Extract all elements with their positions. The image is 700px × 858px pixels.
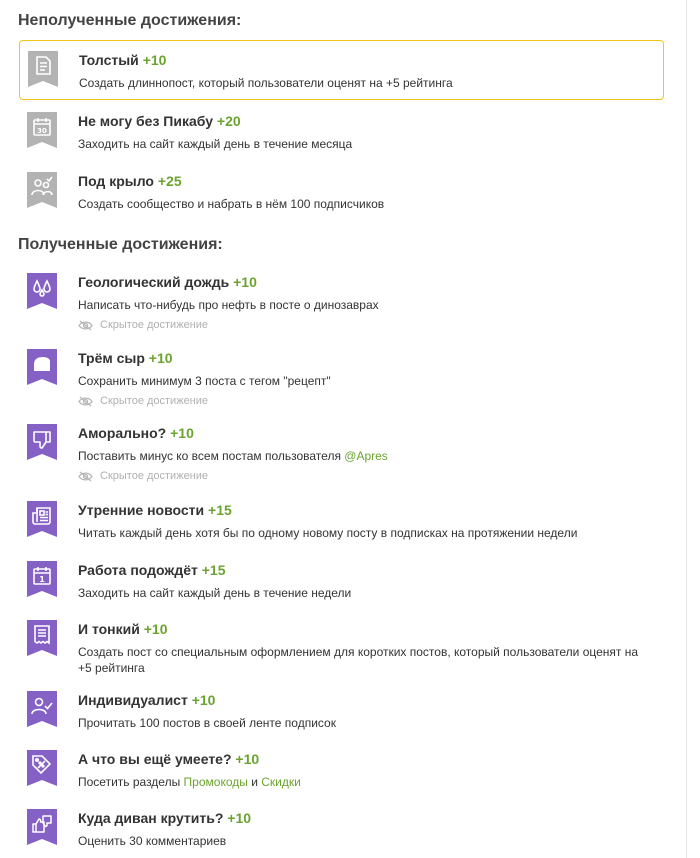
achievement-points: +15: [201, 562, 226, 578]
achievement-item-earned-7[interactable]: Индивидуалист +10 Прочитать 100 постов в…: [19, 681, 664, 741]
hidden-achievement-note: Скрытое достижение: [78, 318, 652, 332]
achievement-description: Поставить минус ко всем постам пользоват…: [78, 449, 388, 463]
achievement-item-earned-3[interactable]: Аморально? +10 Поставить минус ко всем п…: [19, 414, 664, 490]
achievement-points: +15: [208, 502, 232, 518]
achievement-description: Создать длиннопост, который пользователи…: [79, 76, 453, 90]
achievement-title: А что вы ещё умеете? +10: [78, 751, 260, 767]
user-check-icon: [26, 690, 58, 730]
achievement-description: Создать сообщество и набрать в нём 100 п…: [78, 197, 385, 211]
achievement-points: +10: [148, 350, 173, 366]
achievement-points: +10: [235, 751, 260, 767]
achievement-description: Создать пост со специальным оформлением …: [78, 645, 639, 675]
discounts-link[interactable]: Скидки: [261, 775, 301, 789]
achievement-title: Под крыло +25: [78, 173, 182, 189]
achievement-title: Не могу без Пикабу +20: [78, 113, 241, 129]
achievement-points: +10: [191, 692, 216, 708]
community-icon: [26, 171, 58, 211]
drops-icon: [26, 272, 58, 312]
eye-off-icon: [78, 319, 93, 331]
achievement-description: Сохранить минимум 3 поста с тегом "рецеп…: [78, 374, 331, 388]
achievement-title: Толстый +10: [79, 52, 167, 68]
achievement-title: Индивидуалист +10: [78, 692, 216, 708]
achievement-item-earned-9[interactable]: Куда диван крутить? +10 Оценить 30 комме…: [19, 799, 664, 857]
hidden-achievement-note: Скрытое достижение: [78, 394, 652, 408]
promocodes-link[interactable]: Промокоды: [184, 775, 248, 789]
achievement-description: Заходить на сайт каждый день в течение м…: [78, 137, 353, 151]
achievement-title: Геологический дождь +10: [78, 274, 257, 290]
thumbs-up-down-icon: [26, 808, 58, 848]
achievement-points: +10: [233, 274, 257, 290]
achievement-item-earned-2[interactable]: Трём сыр +10 Сохранить минимум 3 поста с…: [19, 339, 664, 415]
user-link[interactable]: @Apres: [344, 449, 388, 463]
achievement-points: +20: [216, 113, 241, 129]
earned-section-title: Полученные достижения:: [18, 236, 223, 253]
newspaper-icon: [26, 500, 58, 540]
right-border: [686, 0, 687, 858]
locked-section-title: Неполученные достижения:: [18, 12, 242, 29]
achievement-title: Аморально? +10: [78, 425, 194, 441]
achievement-points: +10: [142, 52, 167, 68]
achievement-description: Заходить на сайт каждый день в течение н…: [78, 586, 352, 600]
achievement-title: Утренние новости +15: [78, 502, 232, 518]
achievement-title: Куда диван крутить? +10: [78, 810, 252, 826]
calendar-30-icon: 30: [26, 111, 58, 151]
cheese-icon: [26, 348, 58, 388]
discount-tag-icon: [26, 749, 58, 789]
achievement-item-locked-3[interactable]: Под крыло +25 Создать сообщество и набра…: [19, 162, 664, 222]
svg-text:30: 30: [37, 127, 47, 135]
achievement-item-earned-4[interactable]: Утренние новости +15 Читать каждый день …: [19, 491, 664, 551]
receipt-icon: [26, 619, 58, 659]
achievement-description: Читать каждый день хотя бы по одному нов…: [78, 526, 578, 540]
achievement-description: Посетить разделы Промокоды и Скидки: [78, 775, 301, 789]
achievement-description: Прочитать 100 постов в своей ленте подпи…: [78, 716, 336, 730]
achievement-item-earned-8[interactable]: А что вы ещё умеете? +10 Посетить раздел…: [19, 740, 664, 800]
calendar-1-icon: 1: [26, 560, 58, 600]
svg-text:1: 1: [39, 575, 45, 584]
hidden-achievement-note: Скрытое достижение: [78, 469, 652, 483]
thumbs-down-icon: [26, 423, 58, 463]
document-icon: [27, 50, 59, 90]
achievement-description: Написать что-нибудь про нефть в посте о …: [78, 298, 379, 312]
achievement-item-locked-1[interactable]: Толстый +10 Создать длиннопост, который …: [19, 40, 664, 100]
achievement-points: +10: [143, 621, 168, 637]
achievement-item-earned-1[interactable]: Геологический дождь +10 Написать что-ниб…: [19, 263, 664, 339]
eye-off-icon: [78, 470, 93, 482]
achievement-description: Оценить 30 комментариев: [78, 834, 227, 848]
eye-off-icon: [78, 395, 93, 407]
achievement-item-locked-2[interactable]: 30 Не могу без Пикабу +20 Заходить на са…: [19, 102, 664, 162]
achievement-title: Работа подождёт +15: [78, 562, 226, 578]
achievement-item-earned-5[interactable]: 1 Работа подождёт +15 Заходить на сайт к…: [19, 551, 664, 611]
achievement-points: +10: [170, 425, 194, 441]
achievement-item-earned-6[interactable]: И тонкий +10 Создать пост со специальным…: [19, 610, 664, 680]
achievement-title: И тонкий +10: [78, 621, 168, 637]
achievement-points: +10: [227, 810, 252, 826]
achievement-points: +25: [157, 173, 182, 189]
achievement-title: Трём сыр +10: [78, 350, 173, 366]
